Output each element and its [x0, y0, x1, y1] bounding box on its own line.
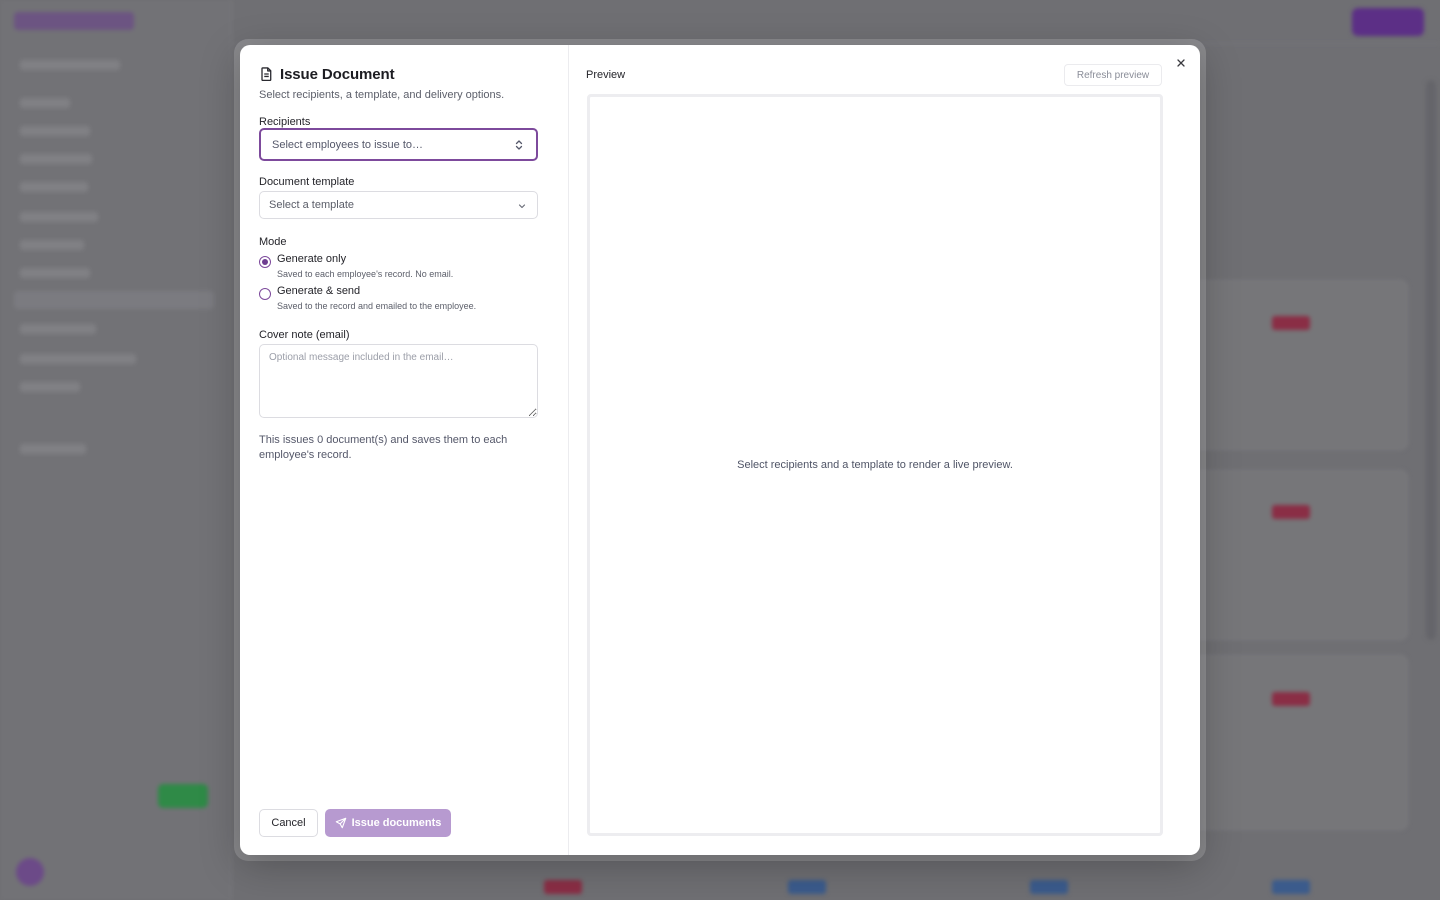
recipients-select[interactable]: Select employees to issue to…: [259, 128, 538, 161]
background-nav-active: [14, 291, 214, 309]
template-select[interactable]: Select a template: [259, 191, 538, 219]
template-placeholder: Select a template: [269, 199, 354, 211]
background-tag: [1272, 505, 1310, 519]
radio-generate-send[interactable]: [259, 288, 271, 300]
background-tag: [1272, 692, 1310, 706]
preview-panel: Preview Refresh preview Select recipient…: [569, 45, 1200, 855]
background-nav-item: [20, 444, 86, 454]
preview-frame: Select recipients and a template to rend…: [587, 94, 1163, 836]
background-nav-item: [20, 182, 88, 192]
mode-label: Mode: [259, 236, 287, 248]
dialog-title: Issue Document: [280, 65, 395, 83]
issue-summary-text: This issues 0 document(s) and saves them…: [259, 434, 508, 461]
background-sidebar: [0, 0, 232, 900]
radio-label: Generate only: [277, 253, 347, 265]
background-nav-item: [20, 240, 84, 250]
close-icon: [1177, 59, 1185, 67]
dialog-header: Issue Document: [259, 64, 549, 84]
template-label: Document template: [259, 176, 355, 188]
background-nav-item: [20, 268, 90, 278]
send-icon: [335, 817, 346, 829]
radio-label: Generate & send: [277, 285, 361, 297]
background-card: [1180, 655, 1408, 830]
background-nav-item: [20, 382, 80, 392]
cancel-button[interactable]: Cancel: [259, 809, 318, 837]
refresh-preview-button[interactable]: Refresh preview: [1064, 64, 1162, 86]
background-topbar: [232, 0, 1440, 44]
background-nav-item: [20, 212, 98, 222]
background-tag: [1030, 880, 1068, 894]
background-nav-item: [20, 98, 70, 108]
background-tag: [544, 880, 582, 894]
background-nav-item: [20, 126, 90, 136]
background-tag: [788, 880, 826, 894]
recipients-placeholder: Select employees to issue to…: [272, 138, 424, 151]
background-logo: [14, 12, 134, 30]
cover-note-textarea[interactable]: [259, 344, 538, 418]
background-nav-item: [20, 324, 96, 334]
issue-documents-button[interactable]: Issue documents: [325, 809, 451, 837]
radio-help-text: Saved to the record and emailed to the e…: [277, 301, 477, 311]
cover-note-label: Cover note (email): [259, 329, 350, 341]
background-card: [1180, 280, 1408, 450]
chevron-up-down-icon: [515, 140, 523, 150]
background-nav-item: [20, 354, 136, 364]
radio-help-text: Saved to each employee's record. No emai…: [277, 269, 454, 279]
background-card: [1180, 470, 1408, 640]
background-avatar: [16, 858, 44, 886]
background-tag: [1272, 880, 1310, 894]
preview-empty-message: Select recipients and a template to rend…: [737, 459, 1013, 471]
mode-option-generate-send[interactable]: Generate & send Saved to the record and …: [259, 285, 476, 311]
background-nav-item: [20, 154, 92, 164]
background-scrollbar: [1426, 80, 1436, 640]
form-panel: Issue Document Select recipients, a temp…: [240, 45, 569, 855]
document-icon: [261, 67, 272, 82]
preview-label: Preview: [586, 69, 626, 81]
chevron-down-icon: [518, 204, 526, 209]
issue-document-dialog: Issue Document Select recipients, a temp…: [240, 45, 1200, 855]
background-nav-item: [20, 60, 120, 70]
background-green-button: [158, 784, 208, 808]
mode-option-generate-only[interactable]: Generate only Saved to each employee's r…: [259, 253, 453, 279]
background-primary-button: [1352, 8, 1424, 36]
recipients-label: Recipients: [259, 116, 311, 128]
close-button[interactable]: [1174, 56, 1188, 70]
background-tag: [1272, 316, 1310, 330]
radio-generate-only[interactable]: [259, 256, 271, 268]
dialog-subtitle: Select recipients, a template, and deliv…: [259, 89, 505, 101]
issue-documents-label: Issue documents: [351, 817, 442, 829]
